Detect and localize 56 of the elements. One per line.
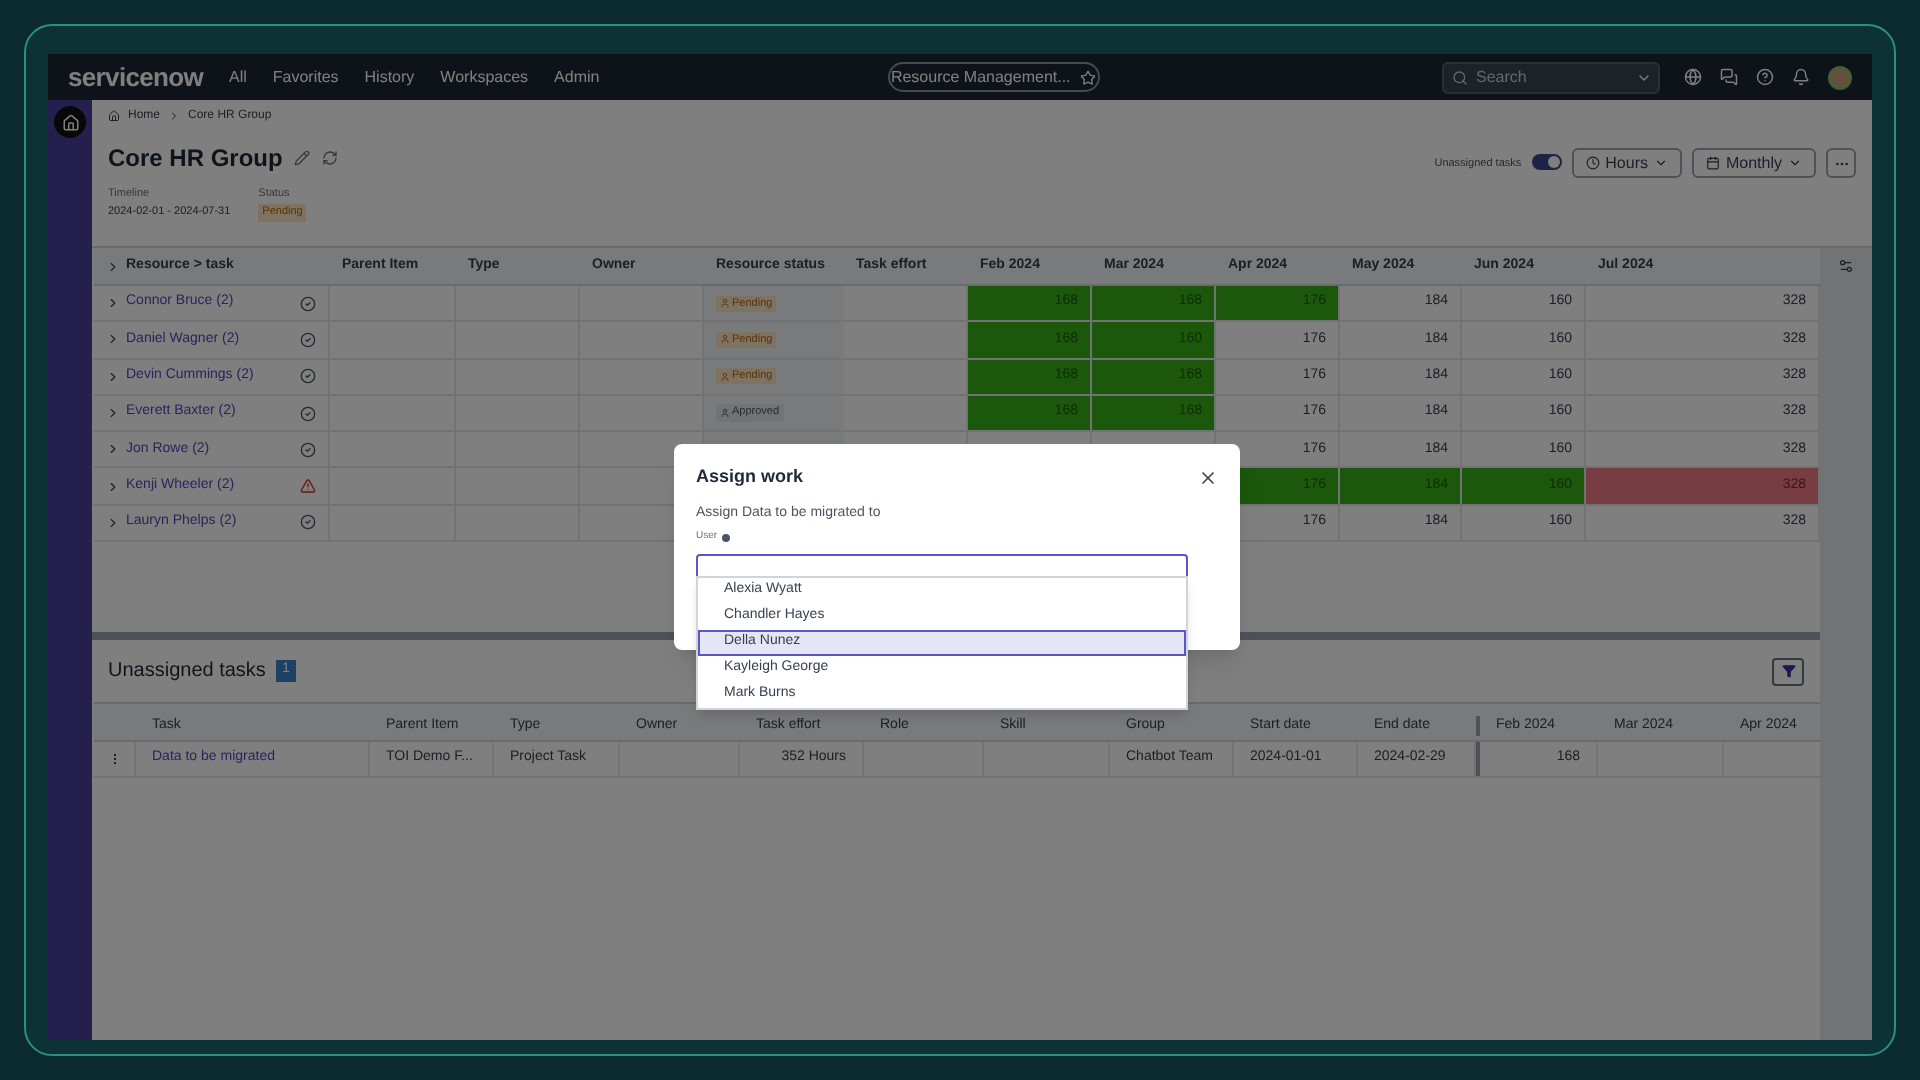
bell-icon[interactable] xyxy=(1792,68,1810,86)
nav-menu-item[interactable]: Workspaces xyxy=(440,65,529,89)
search-input[interactable]: Search xyxy=(1476,65,1636,89)
star-icon xyxy=(1080,69,1097,85)
user-icon xyxy=(720,334,730,345)
check-circle-icon xyxy=(300,405,316,422)
home-icon xyxy=(61,113,79,131)
nav-menu-item[interactable]: History xyxy=(364,65,415,89)
check-circle-icon xyxy=(300,441,316,458)
page-title: Core HR Group xyxy=(108,142,283,176)
clock-icon xyxy=(1585,156,1600,170)
nav-menu-item[interactable]: Favorites xyxy=(272,65,339,89)
help-icon[interactable] xyxy=(1756,68,1774,86)
home-icon xyxy=(108,110,120,122)
check-circle-icon xyxy=(300,331,316,348)
section-title: Unassigned tasks xyxy=(108,658,266,686)
filter-button[interactable] xyxy=(1772,657,1804,685)
search-field[interactable]: Search xyxy=(1442,61,1660,93)
chevron-right-icon[interactable] xyxy=(106,442,120,457)
user-icon xyxy=(720,371,730,382)
chevron-right-icon[interactable] xyxy=(106,369,120,384)
chevron-right-icon[interactable] xyxy=(106,406,120,421)
warning-icon xyxy=(300,478,316,495)
chevron-right-icon[interactable] xyxy=(106,296,120,311)
nav-menu-item[interactable]: Admin xyxy=(554,65,600,89)
unassigned-toggle[interactable] xyxy=(1531,154,1562,170)
search-icon xyxy=(1452,69,1468,85)
chevron-right-icon xyxy=(168,110,181,122)
chevron-right-icon[interactable] xyxy=(106,332,120,347)
calendar-icon xyxy=(1705,156,1720,170)
chat-icon[interactable] xyxy=(1720,68,1738,86)
chevron-right-icon xyxy=(106,259,120,273)
check-circle-icon xyxy=(300,514,316,531)
chevron-right-icon[interactable] xyxy=(106,479,120,494)
home-button[interactable] xyxy=(54,106,86,138)
app-tab[interactable]: Resource Management... xyxy=(887,62,1100,92)
caret-icon xyxy=(1653,156,1668,170)
avatar[interactable] xyxy=(1828,65,1852,89)
filter-icon xyxy=(1781,664,1795,678)
user-icon xyxy=(720,298,730,309)
dialog-title: Assign work xyxy=(696,464,804,490)
pencil-icon[interactable] xyxy=(294,150,311,166)
settings-icon[interactable] xyxy=(1838,258,1854,274)
close-button[interactable] xyxy=(1198,467,1218,488)
hours-button[interactable]: Hours xyxy=(1571,148,1682,178)
close-icon xyxy=(1198,467,1218,488)
logo[interactable]: servicenow xyxy=(68,57,229,97)
caret-icon xyxy=(1788,156,1802,170)
user-icon xyxy=(720,408,730,419)
chevron-right-icon[interactable] xyxy=(106,515,120,530)
monthly-button[interactable]: Monthly xyxy=(1691,148,1816,178)
nav-menu-item[interactable]: All xyxy=(228,65,247,89)
check-circle-icon xyxy=(300,295,316,312)
check-circle-icon xyxy=(300,368,316,385)
refresh-icon[interactable] xyxy=(322,150,339,166)
globe-icon[interactable] xyxy=(1684,68,1702,86)
